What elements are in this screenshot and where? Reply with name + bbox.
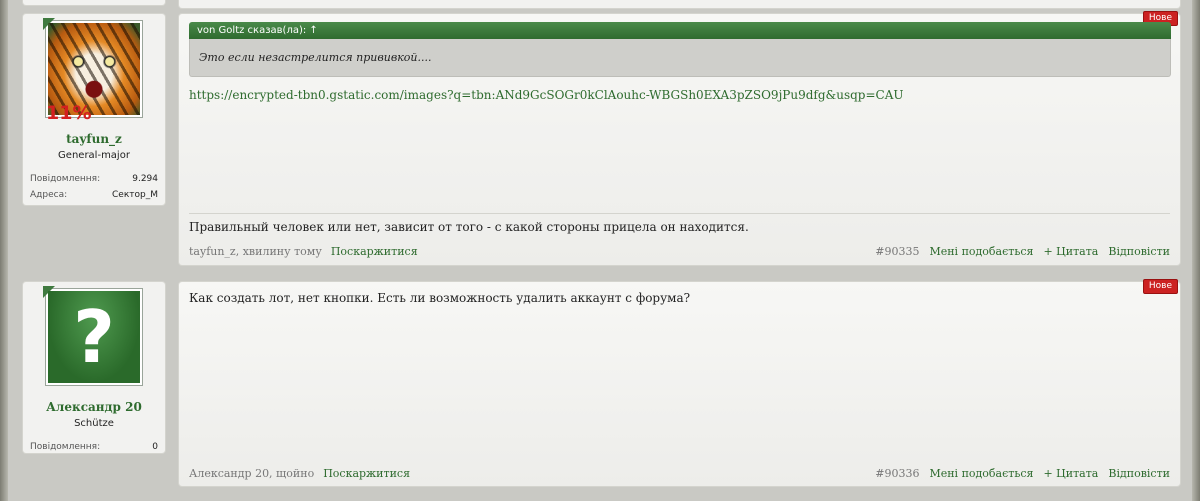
stat-value: Сектор_М — [112, 190, 158, 200]
quote-header[interactable]: von Goltz сказав(ла): ↑ — [189, 22, 1171, 39]
report-link[interactable]: Поскаржитися — [331, 245, 418, 258]
username[interactable]: tayfun_z — [23, 132, 165, 146]
stat-row-messages: Повідомлення: 0 — [30, 439, 158, 455]
quote-link[interactable]: + Цитата — [1043, 467, 1098, 480]
page-right-edge — [1192, 0, 1200, 501]
avatar[interactable]: ? — [43, 286, 143, 386]
like-link[interactable]: Мені подобається — [929, 467, 1033, 480]
post-author-time[interactable]: tayfun_z, хвилину тому — [189, 245, 322, 258]
quote-block: von Goltz сказав(ла): ↑ Это если незастр… — [189, 22, 1171, 77]
post-number[interactable]: #90336 — [875, 467, 919, 480]
avatar-overlay-text: 11% — [46, 102, 92, 124]
like-link[interactable]: Мені подобається — [929, 245, 1033, 258]
reply-link[interactable]: Відповісти — [1108, 245, 1170, 258]
quote-text: Это если незастрелится прививкой.... — [189, 39, 1171, 77]
stat-row-address: Адреса: Сектор_М — [30, 187, 158, 203]
user-card: ? Александр 20 Schütze Повідомлення: 0 — [22, 281, 166, 454]
stat-value: 0 — [152, 442, 158, 452]
post-message: Нове von Goltz сказав(ла): ↑ Это если не… — [178, 11, 1181, 266]
username[interactable]: Александр 20 — [23, 400, 165, 414]
post-number[interactable]: #90335 — [875, 245, 919, 258]
post-text: Как создать лот, нет кнопки. Есть ли воз… — [189, 291, 691, 305]
stat-label: Повідомлення: — [30, 442, 101, 452]
stat-row-messages: Повідомлення: 9.294 — [30, 171, 158, 187]
report-link[interactable]: Поскаржитися — [323, 467, 410, 480]
previous-post-edge — [178, 0, 1181, 9]
signature-text: Правильный человек или нет, зависит от т… — [189, 220, 749, 234]
stat-label: Повідомлення: — [30, 174, 101, 184]
post-message: Нове Как создать лот, нет кнопки. Есть л… — [178, 279, 1181, 487]
user-rank: General-major — [58, 150, 130, 161]
page-left-edge — [0, 0, 8, 501]
post-link[interactable]: https://encrypted-tbn0.gstatic.com/image… — [189, 88, 903, 102]
post-footer: tayfun_z, хвилину тому Поскаржитися #903… — [189, 245, 1170, 258]
reply-link[interactable]: Відповісти — [1108, 467, 1170, 480]
user-stats: Повідомлення: 9.294 Адреса: Сектор_М — [30, 171, 158, 203]
quote-link[interactable]: + Цитата — [1043, 245, 1098, 258]
signature-divider — [189, 213, 1170, 214]
user-card: 11% tayfun_z General-major Повідомлення:… — [22, 13, 166, 206]
stat-value: 9.294 — [132, 174, 158, 184]
question-mark-avatar-icon: ? — [48, 291, 140, 383]
user-rank: Schütze — [74, 418, 114, 429]
previous-user-card-edge — [22, 0, 166, 6]
post-author-time[interactable]: Александр 20, щойно — [189, 467, 314, 480]
avatar-glyph: ? — [73, 295, 115, 379]
stat-label: Адреса: — [30, 190, 68, 200]
post-footer: Александр 20, щойно Поскаржитися #90336 … — [189, 467, 1170, 480]
user-stats: Повідомлення: 0 — [30, 439, 158, 455]
new-badge: Нове — [1142, 279, 1178, 294]
avatar[interactable]: 11% — [43, 18, 143, 123]
